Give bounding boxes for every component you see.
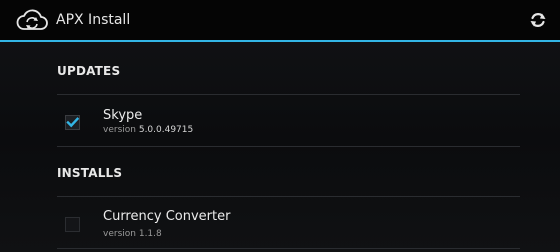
action-bar: APX Install (0, 0, 560, 42)
version-prefix: version (103, 125, 136, 135)
section-divider (57, 146, 520, 147)
item-name: Currency Converter (103, 209, 231, 224)
cloud-sync-icon[interactable] (15, 7, 49, 35)
section-header-installs: INSTALLS (57, 166, 123, 180)
section-header-updates: UPDATES (57, 64, 121, 78)
version-number: 5.0.0.49715 (138, 125, 194, 135)
app-title: APX Install (56, 12, 131, 28)
install-checkbox[interactable] (65, 217, 80, 232)
list-item-skype[interactable]: Skype version 5.0.0.49715 (57, 95, 520, 145)
update-checkbox[interactable] (65, 115, 80, 130)
check-mark-icon (66, 117, 80, 128)
app-screen: APX Install UPDATES Skype version 5.0.0.… (0, 0, 560, 252)
section-divider (57, 248, 520, 249)
item-version: version 5.0.0.49715 (103, 124, 193, 136)
item-name: Skype (103, 108, 143, 123)
refresh-icon (530, 13, 546, 27)
item-version: version 1.1.8 (103, 228, 162, 240)
refresh-button[interactable] (524, 6, 552, 34)
version-number: 1.1.8 (138, 229, 162, 239)
version-prefix: version (103, 229, 136, 239)
list-item-currency-converter[interactable]: Currency Converter version 1.1.8 (57, 197, 520, 247)
